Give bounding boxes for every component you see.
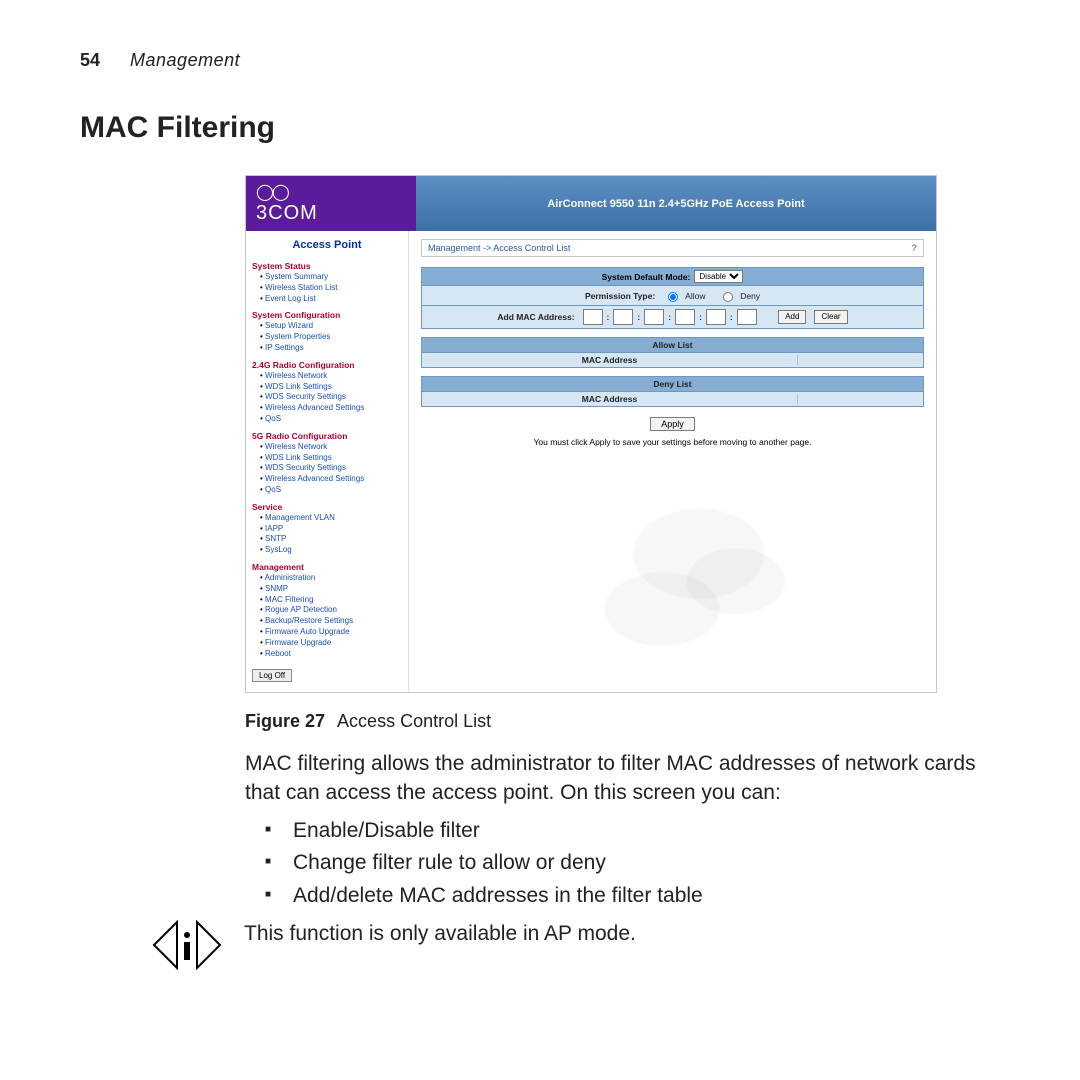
section-heading: MAC Filtering	[80, 111, 1020, 145]
body-text: MAC filtering allows the administrator t…	[245, 750, 1005, 910]
default-mode-label: System Default Mode:	[602, 272, 691, 282]
brand-logo: ◯◯ 3COM	[246, 176, 416, 231]
permission-deny-label: Deny	[740, 291, 760, 301]
sidebar-item[interactable]: IP Settings	[260, 343, 402, 354]
clear-button[interactable]: Clear	[814, 310, 847, 324]
brand-text: 3COM	[256, 202, 406, 225]
permission-allow-radio[interactable]	[668, 292, 678, 302]
sidebar-item[interactable]: Reboot	[260, 649, 402, 660]
sidebar-item[interactable]: WDS Security Settings	[260, 463, 402, 474]
content-pane: Management -> Access Control List ? Syst…	[409, 231, 936, 692]
mac-octet-3[interactable]	[644, 309, 664, 325]
apply-note: You must click Apply to save your settin…	[421, 437, 924, 447]
sidebar-group: 2.4G Radio Configuration	[252, 360, 402, 370]
sidebar-item[interactable]: IAPP	[260, 524, 402, 535]
sidebar-item[interactable]: QoS	[260, 414, 402, 425]
default-mode-row: System Default Mode: Disable	[421, 267, 924, 286]
sidebar-group: System Configuration	[252, 310, 402, 320]
info-icon	[152, 920, 232, 970]
deny-list-header: Deny List	[421, 376, 924, 392]
default-mode-select[interactable]: Disable	[694, 270, 743, 283]
bullet-list: Enable/Disable filter Change filter rule …	[265, 817, 1005, 910]
logoff-button[interactable]: Log Off	[252, 669, 292, 682]
sidebar-item[interactable]: Management VLAN	[260, 513, 402, 524]
allow-col-mac: MAC Address	[422, 355, 797, 365]
help-icon[interactable]: ?	[912, 243, 918, 253]
mac-octet-6[interactable]	[737, 309, 757, 325]
sidebar-group: Management	[252, 562, 402, 572]
mac-octet-5[interactable]	[706, 309, 726, 325]
permission-deny-radio[interactable]	[723, 292, 733, 302]
sidebar-nav: System StatusSystem SummaryWireless Stat…	[252, 261, 402, 659]
mac-octet-4[interactable]	[675, 309, 695, 325]
info-note: This function is only available in AP mo…	[152, 920, 1012, 970]
permission-row: Permission Type: Allow Deny	[421, 286, 924, 306]
bullet-item: Change filter rule to allow or deny	[265, 849, 1005, 877]
allow-list-header: Allow List	[421, 337, 924, 353]
sidebar-item[interactable]: Administration	[260, 573, 402, 584]
figure-caption: Figure 27 Access Control List	[245, 711, 1020, 732]
sidebar-item[interactable]: SNTP	[260, 534, 402, 545]
mac-octet-2[interactable]	[613, 309, 633, 325]
sidebar-item[interactable]: Wireless Network	[260, 442, 402, 453]
sidebar-group: Service	[252, 502, 402, 512]
sidebar-title: Access Point	[252, 239, 402, 251]
sidebar-item[interactable]: QoS	[260, 485, 402, 496]
sidebar-item[interactable]: Backup/Restore Settings	[260, 616, 402, 627]
info-note-text: This function is only available in AP mo…	[244, 920, 636, 948]
sidebar-item[interactable]: WDS Link Settings	[260, 453, 402, 464]
sidebar-item[interactable]: MAC Filtering	[260, 595, 402, 606]
page-number: 54	[80, 50, 100, 71]
deny-col-mac: MAC Address	[422, 394, 797, 404]
sidebar-item[interactable]: SysLog	[260, 545, 402, 556]
logo-rings-icon: ◯◯	[256, 182, 406, 202]
add-mac-row: Add MAC Address: : : : : : Add Clear	[421, 306, 924, 329]
intro-paragraph: MAC filtering allows the administrator t…	[245, 750, 1005, 807]
mac-octet-1[interactable]	[583, 309, 603, 325]
screenshot-figure: ◯◯ 3COM AirConnect 9550 11n 2.4+5GHz PoE…	[245, 175, 937, 693]
sidebar-group: System Status	[252, 261, 402, 271]
sidebar-item[interactable]: WDS Security Settings	[260, 392, 402, 403]
permission-label: Permission Type:	[585, 291, 655, 301]
breadcrumb: Management -> Access Control List ?	[421, 239, 924, 257]
running-head: 54 Management	[80, 50, 1020, 71]
breadcrumb-text: Management -> Access Control List	[428, 243, 570, 253]
deny-list-columns: MAC Address	[421, 392, 924, 407]
add-mac-label: Add MAC Address:	[497, 312, 574, 322]
bullet-item: Add/delete MAC addresses in the filter t…	[265, 882, 1005, 910]
product-title: AirConnect 9550 11n 2.4+5GHz PoE Access …	[416, 176, 936, 231]
figure-number: Figure 27	[245, 711, 325, 731]
sidebar-item[interactable]: Wireless Network	[260, 371, 402, 382]
sidebar-item[interactable]: System Summary	[260, 272, 402, 283]
sidebar-item[interactable]: Firmware Auto Upgrade	[260, 627, 402, 638]
sidebar-item[interactable]: Event Log List	[260, 294, 402, 305]
bullet-item: Enable/Disable filter	[265, 817, 1005, 845]
sidebar: Access Point System StatusSystem Summary…	[246, 231, 409, 692]
permission-allow-label: Allow	[685, 291, 705, 301]
sidebar-item[interactable]: Rogue AP Detection	[260, 605, 402, 616]
chapter-name: Management	[130, 50, 240, 71]
add-button[interactable]: Add	[778, 310, 806, 324]
sidebar-item[interactable]: System Properties	[260, 332, 402, 343]
sidebar-item[interactable]: Wireless Advanced Settings	[260, 403, 402, 414]
apply-button[interactable]: Apply	[650, 417, 695, 431]
sidebar-item[interactable]: WDS Link Settings	[260, 382, 402, 393]
sidebar-item[interactable]: Setup Wizard	[260, 321, 402, 332]
sidebar-item[interactable]: Wireless Station List	[260, 283, 402, 294]
sidebar-item[interactable]: SNMP	[260, 584, 402, 595]
allow-list-columns: MAC Address	[421, 353, 924, 368]
sidebar-item[interactable]: Wireless Advanced Settings	[260, 474, 402, 485]
figure-text: Access Control List	[337, 711, 491, 731]
sidebar-group: 5G Radio Configuration	[252, 431, 402, 441]
sidebar-item[interactable]: Firmware Upgrade	[260, 638, 402, 649]
